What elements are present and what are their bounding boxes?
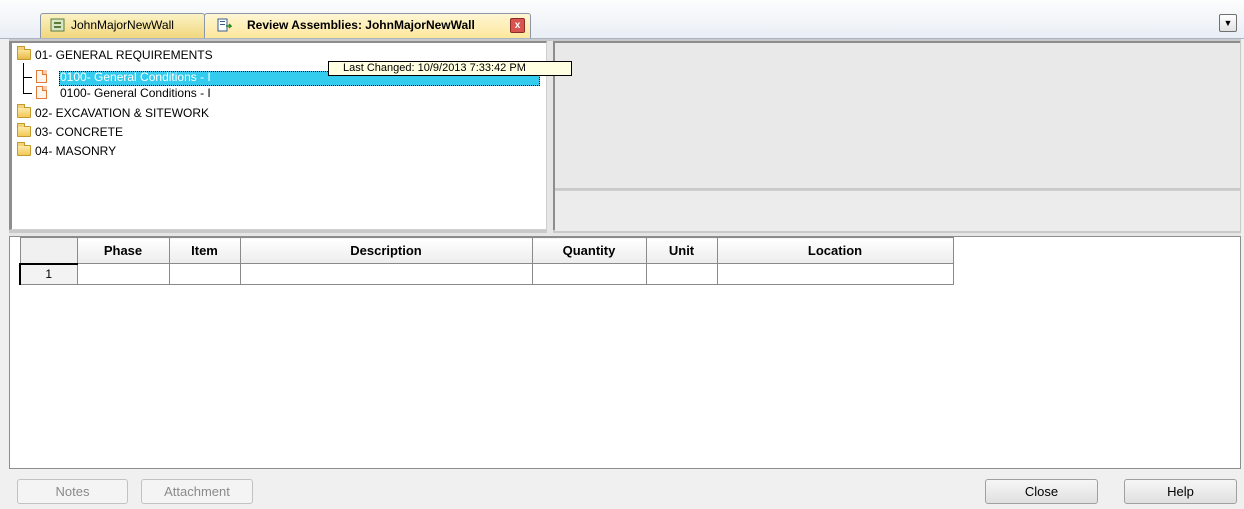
tab-strip: JohnMajorNewWall Review Assemblies: John… (0, 0, 1244, 39)
folder-icon (17, 104, 31, 118)
column-header-description[interactable]: Description (239, 237, 533, 264)
tree-connector-line (23, 77, 32, 78)
tree-item-label: 01- GENERAL REQUIREMENTS (35, 48, 213, 62)
tab-label: JohnMajorNewWall (71, 18, 174, 32)
grid-cell-quantity[interactable] (531, 263, 647, 285)
assembly-grid-area: Phase Item Description Quantity Unit Loc… (9, 236, 1241, 469)
document-icon (36, 70, 47, 83)
tree-item-label: 04- MASONRY (35, 144, 117, 158)
tree-connector-line (23, 93, 32, 94)
tree-item-label: 03- CONCRETE (35, 125, 124, 139)
grid-header-row: Phase Item Description Quantity Unit Loc… (19, 237, 954, 264)
detail-pane-upper (555, 43, 1240, 188)
close-tab-button[interactable]: x (510, 18, 525, 33)
folder-icon (17, 123, 31, 137)
document-icon (36, 86, 47, 99)
tab-johnmajornewwall[interactable]: JohnMajorNewWall (40, 13, 205, 38)
row-number-cell[interactable]: 1 (19, 262, 78, 285)
grid-cell-unit[interactable] (645, 263, 718, 285)
notes-button[interactable]: Notes (17, 479, 128, 504)
tree-item-label: 02- EXCAVATION & SITEWORK (35, 106, 210, 120)
grid-cell-location[interactable] (716, 263, 954, 285)
tab-review-assemblies[interactable]: Review Assemblies: JohnMajorNewWall x (204, 13, 531, 38)
grid-cell-description[interactable] (239, 263, 533, 285)
column-header-quantity[interactable]: Quantity (531, 237, 647, 264)
folder-icon (17, 142, 31, 156)
close-button[interactable]: Close (985, 479, 1098, 504)
table-row: 1 (19, 262, 954, 285)
assembly-grid: Phase Item Description Quantity Unit Loc… (19, 237, 954, 285)
attachment-button[interactable]: Attachment (141, 479, 253, 504)
tab-label: Review Assemblies: JohnMajorNewWall (247, 18, 475, 32)
grid-cell-item[interactable] (168, 263, 241, 285)
help-button[interactable]: Help (1124, 479, 1237, 504)
column-header-phase[interactable]: Phase (76, 237, 170, 264)
last-changed-tooltip: Last Changed: 10/9/2013 7:33:42 PM (328, 61, 572, 76)
column-header-unit[interactable]: Unit (645, 237, 718, 264)
tree-item-label: 0100- General Conditions - I (60, 86, 211, 100)
review-assemblies-icon (217, 18, 232, 32)
grid-corner-cell (19, 237, 78, 264)
document-tab-icon (50, 18, 65, 32)
detail-pane-lower (555, 190, 1240, 231)
grid-cell-phase[interactable] (76, 263, 170, 285)
folder-open-icon (17, 46, 31, 60)
tab-menu-dropdown-icon[interactable]: ▼ (1219, 14, 1237, 32)
tree-connector-line (23, 63, 24, 93)
column-header-location[interactable]: Location (716, 237, 954, 264)
detail-pane (553, 41, 1240, 231)
column-header-item[interactable]: Item (168, 237, 241, 264)
